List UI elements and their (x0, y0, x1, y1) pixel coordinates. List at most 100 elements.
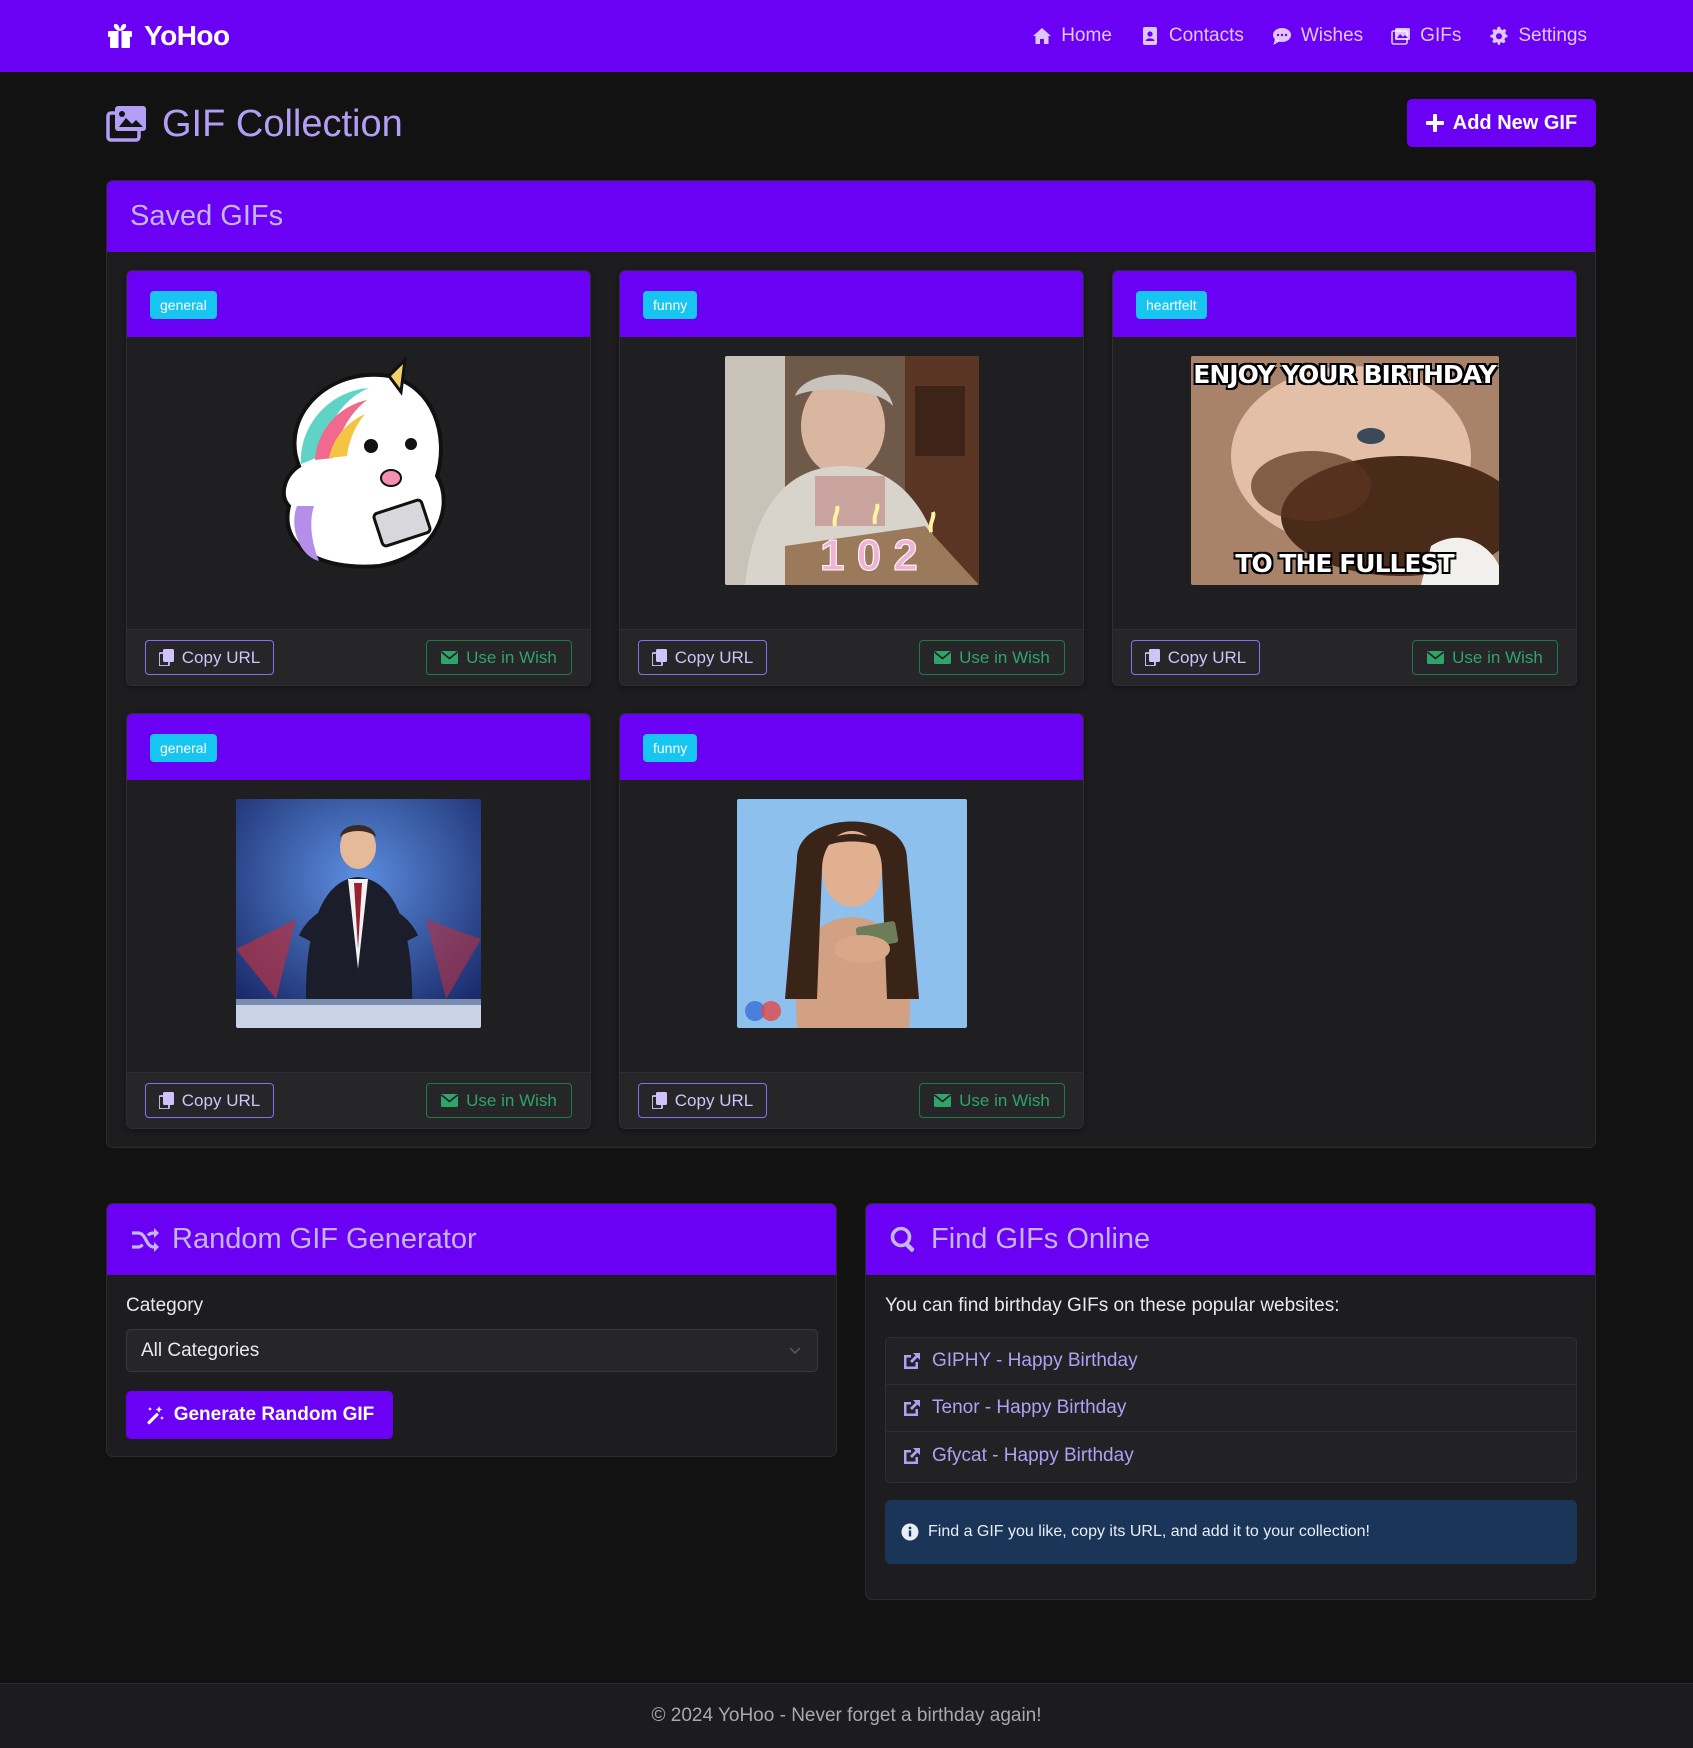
use-in-wish-button[interactable]: Use in Wish (919, 640, 1065, 675)
use-in-wish-label: Use in Wish (466, 647, 557, 667)
search-icon (890, 1226, 915, 1252)
category-badge: heartfelt (1136, 291, 1207, 319)
page-header: GIF Collection Add New GIF (106, 99, 1596, 149)
nav-item-settings[interactable]: Settings (1489, 25, 1587, 47)
use-in-wish-button[interactable]: Use in Wish (1412, 640, 1558, 675)
gif-card-footer: Copy URL Use in Wish (127, 629, 590, 685)
gif-card: heartfelt ENJOY YOUR BIRTHDAY TO THE FUL… (1112, 270, 1577, 686)
nav-item-contacts[interactable]: Contacts (1140, 25, 1244, 47)
info-alert: Find a GIF you like, copy its URL, and a… (885, 1500, 1577, 1564)
shuffle-icon (132, 1227, 159, 1252)
gif-image (236, 799, 481, 1028)
gif-card-footer: Copy URL Use in Wish (620, 629, 1083, 685)
copy-icon (158, 1092, 174, 1109)
copy-icon (651, 649, 667, 666)
chevron-down-icon (789, 1347, 801, 1355)
gif-card-footer: Copy URL Use in Wish (127, 1072, 590, 1128)
nav-item-label: Home (1061, 25, 1112, 46)
category-badge: funny (643, 734, 698, 762)
random-gif-card: Random GIF Generator Category All Catego… (106, 1203, 837, 1457)
gif-card-footer: Copy URL Use in Wish (1113, 629, 1576, 685)
gif-card-footer: Copy URL Use in Wish (620, 1072, 1083, 1128)
gif-body (127, 337, 590, 629)
category-badge: funny (643, 291, 698, 319)
random-gif-header: Random GIF Generator (107, 1204, 836, 1275)
use-in-wish-label: Use in Wish (1452, 647, 1543, 667)
saved-gifs-card: Saved GIFs general Copy URL Use in Wish … (106, 180, 1596, 1148)
svg-text:1 0 2: 1 0 2 (820, 531, 918, 580)
copy-url-label: Copy URL (1167, 647, 1247, 667)
meme-caption-top: ENJOY YOUR BIRTHDAY (1193, 360, 1496, 389)
use-in-wish-label: Use in Wish (466, 1090, 557, 1110)
info-alert-text: Find a GIF you like, copy its URL, and a… (928, 1523, 1370, 1540)
saved-gifs-title: Saved GIFs (130, 200, 284, 232)
gif-body (620, 780, 1083, 1072)
add-new-gif-label: Add New GIF (1452, 111, 1578, 134)
find-gifs-intro: You can find birthday GIFs on these popu… (885, 1295, 1340, 1316)
footer-text: © 2024 YoHoo - Never forget a birthday a… (651, 1705, 1042, 1726)
envelope-icon (441, 1094, 459, 1107)
info-circle-icon (901, 1523, 919, 1541)
link-tenor[interactable]: Tenor - Happy Birthday (886, 1385, 1576, 1432)
meme-caption-bottom: TO THE FULLEST (1235, 549, 1454, 578)
nav-item-gifs[interactable]: GIFs (1391, 25, 1461, 47)
copy-url-button[interactable]: Copy URL (638, 1083, 767, 1118)
envelope-icon (1427, 651, 1445, 664)
generate-random-gif-button[interactable]: Generate Random GIF (126, 1391, 393, 1439)
nav-links: Home Contacts Wishes GIFs Settings (1032, 20, 1587, 52)
use-in-wish-label: Use in Wish (959, 647, 1050, 667)
gear-icon (1490, 26, 1508, 45)
nav-item-home[interactable]: Home (1032, 25, 1112, 47)
images-icon (1391, 28, 1411, 45)
copy-url-button[interactable]: Copy URL (638, 640, 767, 675)
nav-item-label: GIFs (1420, 25, 1462, 46)
copy-url-label: Copy URL (181, 1090, 261, 1110)
copy-url-label: Copy URL (674, 647, 754, 667)
use-in-wish-button[interactable]: Use in Wish (919, 1083, 1065, 1118)
copy-icon (651, 1092, 667, 1109)
envelope-icon (934, 651, 952, 664)
link-label: Tenor - Happy Birthday (932, 1397, 1127, 1418)
address-book-icon (1142, 27, 1157, 45)
gif-body: 1 0 2 (620, 337, 1083, 629)
footer: © 2024 YoHoo - Never forget a birthday a… (0, 1683, 1693, 1748)
category-label: Category (126, 1295, 204, 1316)
nav-item-wishes[interactable]: Wishes (1272, 25, 1363, 47)
gif-card-header: funny (620, 271, 1083, 337)
gif-sites-list: GIPHY - Happy Birthday Tenor - Happy Bir… (885, 1337, 1577, 1483)
copy-url-button[interactable]: Copy URL (1131, 640, 1260, 675)
nav-item-label: Contacts (1168, 25, 1244, 46)
copy-url-label: Copy URL (674, 1090, 754, 1110)
find-gifs-header: Find GIFs Online (866, 1204, 1595, 1275)
copy-url-button[interactable]: Copy URL (145, 640, 274, 675)
gif-card: funny Copy URL Use in Wish (619, 713, 1084, 1129)
find-gifs-card: Find GIFs Online You can find birthday G… (865, 1203, 1596, 1600)
category-select-value: All Categories (141, 1339, 260, 1361)
add-new-gif-button[interactable]: Add New GIF (1407, 99, 1596, 147)
gif-body: ENJOY YOUR BIRTHDAY TO THE FULLEST (1113, 337, 1576, 629)
category-select[interactable]: All Categories (126, 1329, 818, 1372)
brand-name: YoHoo (144, 20, 230, 51)
page-title: GIF Collection (106, 99, 403, 149)
nav-item-label: Wishes (1300, 25, 1364, 46)
gif-image: ENJOY YOUR BIRTHDAY TO THE FULLEST (1190, 356, 1499, 585)
gif-card: general Copy URL Use in Wish (126, 713, 591, 1129)
gif-card-header: general (127, 714, 590, 780)
comment-icon (1272, 28, 1291, 45)
link-gfycat[interactable]: Gfycat - Happy Birthday (886, 1432, 1576, 1479)
gif-card-header: funny (620, 714, 1083, 780)
copy-icon (158, 649, 174, 666)
envelope-icon (934, 1094, 952, 1107)
copy-url-label: Copy URL (181, 647, 261, 667)
page-title-text: GIF Collection (162, 102, 403, 145)
images-icon (106, 106, 146, 142)
copy-url-button[interactable]: Copy URL (145, 1083, 274, 1118)
use-in-wish-button[interactable]: Use in Wish (426, 640, 572, 675)
link-giphy[interactable]: GIPHY - Happy Birthday (886, 1338, 1576, 1385)
link-label: GIPHY - Happy Birthday (932, 1350, 1138, 1371)
brand[interactable]: YoHoo (106, 18, 230, 54)
use-in-wish-button[interactable]: Use in Wish (426, 1083, 572, 1118)
category-badge: general (150, 734, 217, 762)
magic-wand-icon (147, 1406, 164, 1425)
saved-gifs-header: Saved GIFs (107, 181, 1595, 252)
